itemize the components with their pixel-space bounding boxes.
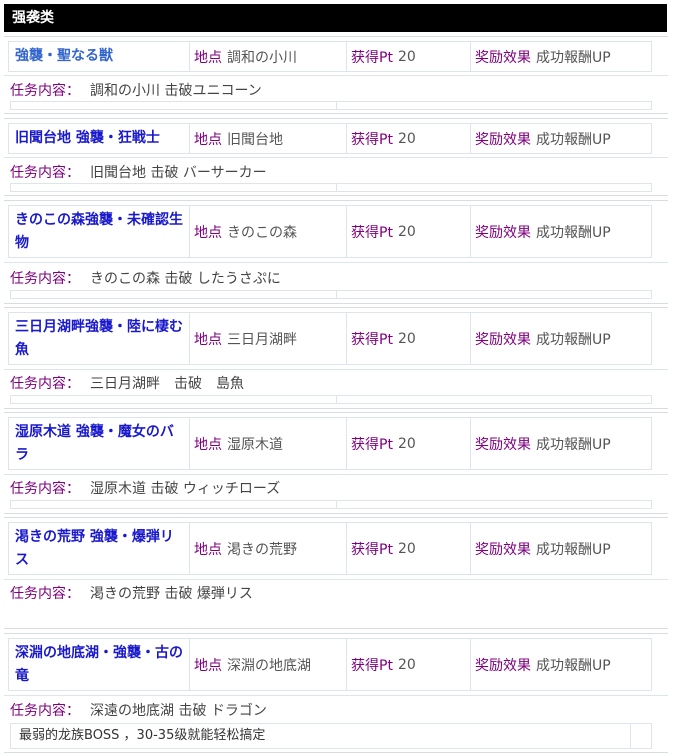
quest-reward: 成功報酬UP: [536, 331, 611, 348]
quest-reward: 成功報酬UP: [536, 657, 611, 674]
quest-location: 調和の小川: [227, 49, 297, 66]
quest-block: きのこの森強襲・未確認生物 地点 きのこの森 获得Pt 20 奖励效果 成功報酬UP …: [4, 200, 668, 304]
quest-location: 三日月湖畔: [227, 331, 297, 348]
quest-block: 旧聞台地 強襲・狂戦士 地点 旧聞台地 获得Pt 20 奖励效果 成功報酬UP 任务内…: [4, 118, 668, 196]
points-label: 获得Pt: [351, 224, 393, 241]
quest-location: 旧聞台地: [227, 131, 283, 148]
task-row: 任务内容： きのこの森 击破 したうさぷに: [10, 268, 660, 290]
quest-points: 20: [397, 48, 416, 65]
quest-name[interactable]: 三日月湖畔強襲・陸に棲む魚: [9, 313, 190, 364]
quest-points: 20: [397, 540, 416, 557]
task-content: きのこの森 击破 したうさぷに: [90, 271, 281, 287]
quest-info-row: 強襲・聖なる獣 地点 調和の小川 获得Pt 20 奖励效果 成功報酬UP: [8, 41, 652, 72]
empty-row: [10, 183, 652, 192]
location-label: 地点: [194, 331, 222, 348]
quest-name[interactable]: 深淵の地底湖・強襲・古の竜: [9, 639, 190, 690]
task-content: 湿原木道 击破 ウィッチローズ: [90, 481, 281, 497]
task-label: 任务内容：: [10, 271, 80, 287]
quest-reward: 成功報酬UP: [536, 131, 611, 148]
quest-reward: 成功報酬UP: [536, 49, 611, 66]
task-label: 任务内容：: [10, 481, 80, 497]
quest-block: 強襲・聖なる獣 地点 調和の小川 获得Pt 20 奖励效果 成功報酬UP 任务内容： 調…: [4, 36, 668, 114]
task-label: 任务内容：: [10, 83, 80, 99]
task-content: 調和の小川 击破ユニコーン: [90, 83, 262, 99]
reward-label: 奖励效果: [475, 224, 531, 241]
section-title: 强袭类: [4, 4, 667, 32]
task-row: 任务内容： 渇きの荒野 击破 爆弾リス: [10, 583, 660, 605]
quest-name[interactable]: 湿原木道 強襲・魔女のバラ: [9, 418, 190, 469]
task-row: 任务内容： 調和の小川 击破ユニコーン: [10, 80, 660, 102]
quest-info-row: 三日月湖畔強襲・陸に棲む魚 地点 三日月湖畔 获得Pt 20 奖励效果 成功報酬UP: [8, 312, 652, 365]
points-label: 获得Pt: [351, 657, 393, 674]
location-label: 地点: [194, 224, 222, 241]
quest-reward: 成功報酬UP: [536, 224, 611, 241]
quest-reward: 成功報酬UP: [536, 436, 611, 453]
reward-label: 奖励效果: [475, 657, 531, 674]
task-content: 旧聞台地 击破 バーサーカー: [90, 165, 267, 181]
page: 强袭类 強襲・聖なる獣 地点 調和の小川 获得Pt 20 奖励效果 成功報酬UP 任务…: [0, 0, 673, 756]
location-label: 地点: [194, 657, 222, 674]
task-row: 任务内容： 深遠の地底湖 击破 ドラゴン: [10, 700, 660, 722]
points-label: 获得Pt: [351, 541, 393, 558]
quest-name[interactable]: 旧聞台地 強襲・狂戦士: [9, 124, 190, 153]
quest-block: 渇きの荒野 強襲・爆弾リス 地点 渇きの荒野 获得Pt 20 奖励效果 成功報酬UP …: [4, 517, 668, 629]
quest-note: 最弱的龙族BOSS ，30-35级就能轻松搞定: [10, 723, 652, 749]
quest-info-row: 深淵の地底湖・強襲・古の竜 地点 深淵の地底湖 获得Pt 20 奖励效果 成功報酬UP: [8, 638, 652, 691]
quest-name[interactable]: きのこの森強襲・未確認生物: [9, 206, 190, 257]
task-label: 任务内容：: [10, 586, 80, 602]
reward-label: 奖励效果: [475, 541, 531, 558]
reward-label: 奖励效果: [475, 331, 531, 348]
quest-location: 湿原木道: [227, 436, 283, 453]
quest-reward: 成功報酬UP: [536, 541, 611, 558]
quest-block: 三日月湖畔強襲・陸に棲む魚 地点 三日月湖畔 获得Pt 20 奖励效果 成功報酬UP …: [4, 307, 668, 409]
quest-points: 20: [397, 330, 416, 347]
task-content: 深遠の地底湖 击破 ドラゴン: [90, 703, 267, 719]
task-content: 渇きの荒野 击破 爆弾リス: [90, 586, 253, 602]
task-label: 任务内容：: [10, 703, 80, 719]
quest-block: 深淵の地底湖・強襲・古の竜 地点 深淵の地底湖 获得Pt 20 奖励效果 成功報酬UP…: [4, 633, 668, 753]
empty-row: [10, 290, 652, 299]
location-label: 地点: [194, 436, 222, 453]
task-content: 三日月湖畔 击破 島魚: [90, 376, 244, 392]
quest-info-row: 湿原木道 強襲・魔女のバラ 地点 湿原木道 获得Pt 20 奖励效果 成功報酬UP: [8, 417, 652, 470]
points-label: 获得Pt: [351, 436, 393, 453]
task-label: 任务内容：: [10, 376, 80, 392]
task-label: 任务内容：: [10, 165, 80, 181]
location-label: 地点: [194, 49, 222, 66]
quest-points: 20: [397, 435, 416, 452]
empty-row: [10, 500, 652, 509]
quest-name[interactable]: 強襲・聖なる獣: [9, 42, 190, 71]
quest-location: 渇きの荒野: [227, 541, 297, 558]
task-row: 任务内容： 三日月湖畔 击破 島魚: [10, 373, 660, 395]
quest-info-row: きのこの森強襲・未確認生物 地点 きのこの森 获得Pt 20 奖励效果 成功報酬UP: [8, 205, 652, 258]
location-label: 地点: [194, 131, 222, 148]
reward-label: 奖励效果: [475, 131, 531, 148]
task-row: 任务内容： 湿原木道 击破 ウィッチローズ: [10, 478, 660, 500]
points-label: 获得Pt: [351, 49, 393, 66]
quest-info-row: 旧聞台地 強襲・狂戦士 地点 旧聞台地 获得Pt 20 奖励效果 成功報酬UP: [8, 123, 652, 154]
empty-row: [10, 101, 652, 110]
quest-location: 深淵の地底湖: [227, 657, 311, 674]
reward-label: 奖励效果: [475, 436, 531, 453]
task-row: 任务内容： 旧聞台地 击破 バーサーカー: [10, 162, 660, 184]
location-label: 地点: [194, 541, 222, 558]
quest-block: 湿原木道 強襲・魔女のバラ 地点 湿原木道 获得Pt 20 奖励效果 成功報酬UP 任…: [4, 412, 668, 514]
quest-location: きのこの森: [227, 224, 297, 241]
points-label: 获得Pt: [351, 331, 393, 348]
quest-name[interactable]: 渇きの荒野 強襲・爆弾リス: [9, 523, 190, 574]
quest-points: 20: [397, 130, 416, 147]
reward-label: 奖励效果: [475, 49, 531, 66]
quest-points: 20: [397, 656, 416, 673]
quest-points: 20: [397, 223, 416, 240]
empty-row: [10, 395, 652, 404]
points-label: 获得Pt: [351, 131, 393, 148]
quest-info-row: 渇きの荒野 強襲・爆弾リス 地点 渇きの荒野 获得Pt 20 奖励效果 成功報酬UP: [8, 522, 652, 575]
